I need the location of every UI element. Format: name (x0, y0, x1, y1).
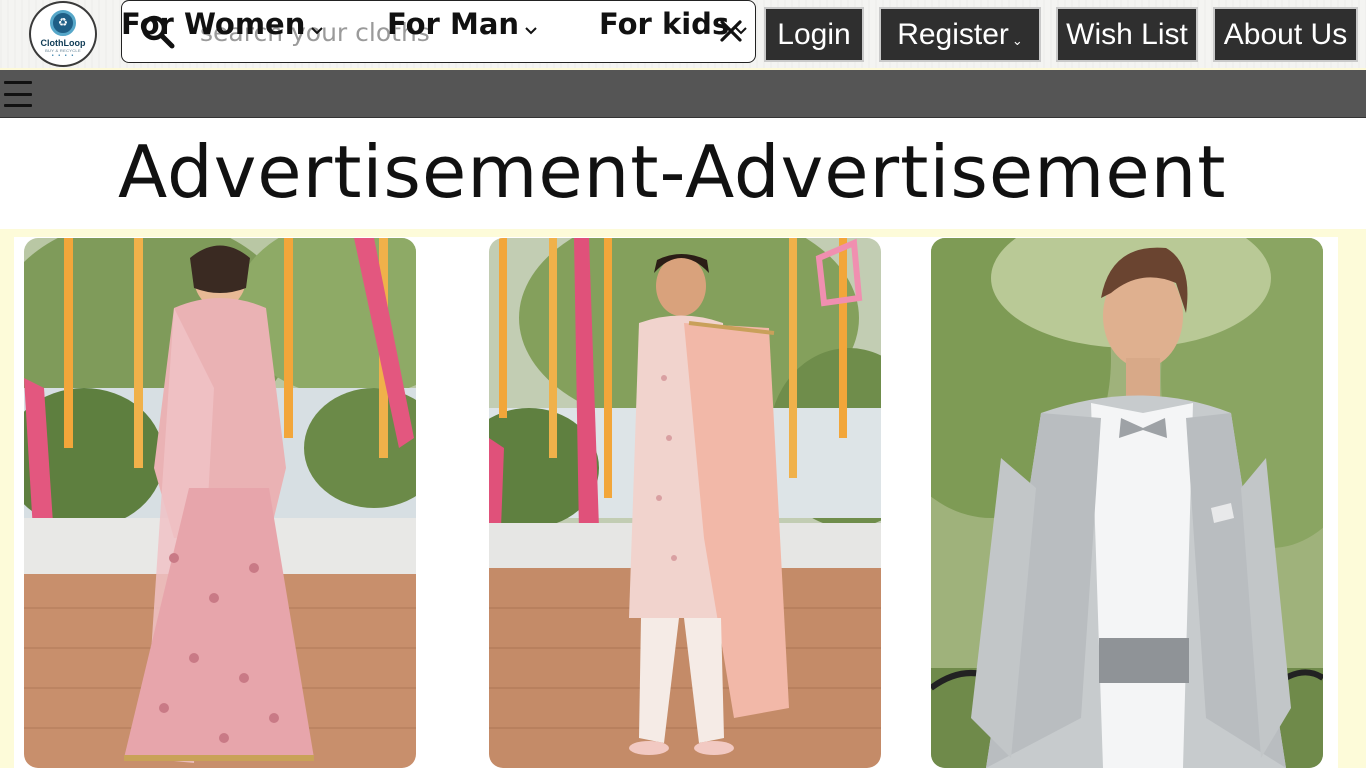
nav-item-for-women[interactable]: For Women (121, 6, 324, 42)
hamburger-menu-icon[interactable] (4, 81, 32, 107)
login-button-label: Login (777, 17, 851, 51)
advertisement-text: Advertisement-Advertisement (118, 130, 1227, 214)
nav-item-for-kids[interactable]: For kids (599, 6, 748, 42)
nav-item-label: For kids (599, 7, 730, 41)
nav-item-label: For Women (121, 7, 306, 41)
chevron-down-icon (735, 27, 747, 35)
product-card-women[interactable] (24, 238, 416, 768)
login-button[interactable]: Login (764, 7, 864, 62)
nav-item-label: For Man (387, 7, 520, 41)
chevron-down-icon (525, 27, 537, 35)
logo-mark-icon: ♻ (50, 9, 76, 36)
category-nav (0, 68, 1366, 118)
about-us-button-label: About Us (1223, 17, 1348, 51)
register-button[interactable]: Register ⌄ (879, 7, 1041, 62)
brand-logo[interactable]: ♻ ClothLoop BUY & RECYCLE • • • • (29, 1, 97, 67)
about-us-button[interactable]: About Us (1213, 7, 1358, 62)
product-image-lehenga[interactable] (24, 238, 416, 768)
product-card-men[interactable] (489, 238, 881, 768)
nav-item-for-man[interactable]: For Man (387, 6, 538, 42)
product-image-tuxedo[interactable] (931, 238, 1323, 768)
product-card-suits[interactable] (931, 238, 1323, 768)
brand-name: ClothLoop (40, 37, 86, 48)
chevron-down-icon: ⌄ (1011, 32, 1023, 48)
product-image-sherwani[interactable] (489, 238, 881, 768)
register-button-label: Register (897, 17, 1009, 51)
wishlist-button[interactable]: Wish List (1056, 7, 1198, 62)
logo-dots-icon: • • • • (51, 52, 75, 59)
chevron-down-icon (311, 27, 324, 35)
wishlist-button-label: Wish List (1066, 17, 1188, 51)
